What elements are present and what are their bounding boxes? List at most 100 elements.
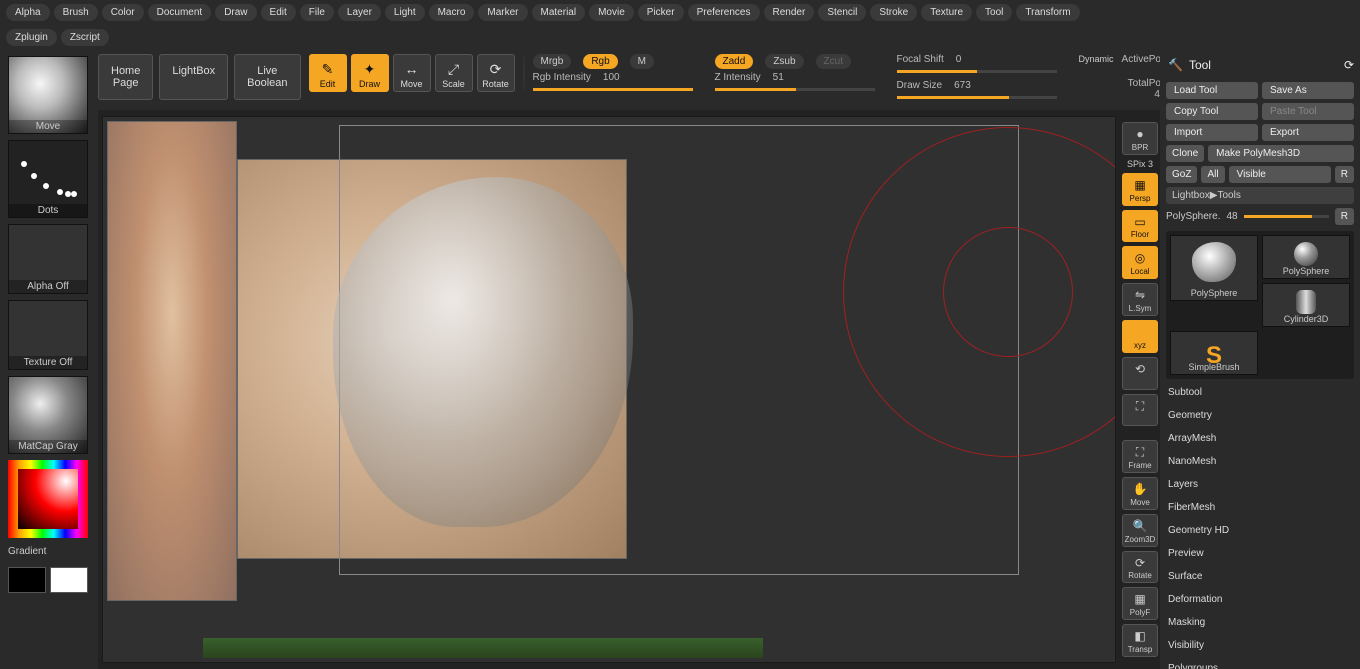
zcut-toggle[interactable]: Zcut [816,54,851,69]
section-subtool[interactable]: Subtool [1166,383,1354,402]
lsym-button[interactable]: ⇋L.Sym [1122,283,1158,316]
alpha-thumbnail[interactable]: Alpha Off [8,224,88,294]
import-button[interactable]: Import [1166,124,1258,141]
draw-size-slider[interactable] [897,96,1057,99]
mrgb-toggle[interactable]: Mrgb [533,54,572,69]
menu-item-stencil[interactable]: Stencil [818,4,866,21]
z-intensity-slider[interactable] [715,88,875,91]
menu-item-layer[interactable]: Layer [338,4,381,21]
section-polygroups[interactable]: Polygroups [1166,659,1354,669]
quicksave-slider[interactable] [1244,215,1329,218]
viewport-canvas[interactable] [102,116,1116,663]
menu-item-picker[interactable]: Picker [638,4,684,21]
gradient-label[interactable]: Gradient [8,546,90,557]
move-mode-button[interactable]: ↔Move [393,54,431,92]
menu-item-document[interactable]: Document [148,4,212,21]
quicksave-r-button[interactable]: R [1335,208,1354,225]
home-page-button[interactable]: Home Page [98,54,153,100]
lightbox-tools-crumb[interactable]: Lightbox▶Tools [1166,187,1354,204]
draw-mode-button[interactable]: ✦Draw [351,54,389,92]
bpr-button[interactable]: ●BPR [1122,122,1158,155]
frame-button[interactable]: ⛶Frame [1122,440,1158,473]
refresh-icon[interactable]: ⟳ [1344,58,1354,72]
tool-item-cylinder3d[interactable]: Cylinder3D [1262,283,1350,327]
live-boolean-button[interactable]: Live Boolean [234,54,300,100]
swatch-primary[interactable] [50,567,88,593]
edit-mode-button[interactable]: ✎Edit [309,54,347,92]
section-arraymesh[interactable]: ArrayMesh [1166,429,1354,448]
menu-item-zplugin[interactable]: Zplugin [6,29,57,46]
paste-tool-button[interactable]: Paste Tool [1262,103,1354,120]
menu-item-brush[interactable]: Brush [54,4,98,21]
color-picker[interactable] [8,460,88,538]
section-visibility[interactable]: Visibility [1166,636,1354,655]
rgb-intensity-slider[interactable] [533,88,693,91]
make-polymesh-button[interactable]: Make PolyMesh3D [1208,145,1354,162]
tool-item-polysphere-main[interactable]: PolySphere [1170,235,1258,301]
section-preview[interactable]: Preview [1166,544,1354,563]
menu-item-file[interactable]: File [300,4,334,21]
section-fibermesh[interactable]: FiberMesh [1166,498,1354,517]
save-as-button[interactable]: Save As [1262,82,1354,99]
section-deformation[interactable]: Deformation [1166,590,1354,609]
polyf-button[interactable]: ▦PolyF [1122,587,1158,620]
stroke-thumbnail[interactable]: Dots [8,140,88,218]
menu-item-zscript[interactable]: Zscript [61,29,109,46]
rotate-view-button[interactable]: ⟳Rotate [1122,551,1158,584]
move-view-button[interactable]: ✋Move [1122,477,1158,510]
copy-tool-button[interactable]: Copy Tool [1166,103,1258,120]
menu-item-preferences[interactable]: Preferences [688,4,760,21]
menu-item-alpha[interactable]: Alpha [6,4,50,21]
menu-item-tool[interactable]: Tool [976,4,1012,21]
m-toggle[interactable]: M [630,54,654,69]
lightbox-button[interactable]: LightBox [159,54,228,100]
swatch-secondary[interactable] [8,567,46,593]
persp-button[interactable]: ▦Persp [1122,173,1158,206]
axis-rotate-button[interactable]: ⟲ [1122,357,1158,390]
focal-shift-slider[interactable] [897,70,1057,73]
menu-item-marker[interactable]: Marker [478,4,527,21]
zadd-toggle[interactable]: Zadd [715,54,754,69]
menu-item-render[interactable]: Render [764,4,815,21]
material-thumbnail[interactable]: MatCap Gray [8,376,88,454]
tool-item-simplebrush[interactable]: SSimpleBrush [1170,331,1258,375]
load-tool-button[interactable]: Load Tool [1166,82,1258,99]
scale-mode-button[interactable]: ⤢Scale [435,54,473,92]
transp-button[interactable]: ◧Transp [1122,624,1158,657]
menu-item-draw[interactable]: Draw [215,4,256,21]
goz-r-button[interactable]: R [1335,166,1354,183]
section-geometryhd[interactable]: Geometry HD [1166,521,1354,540]
menu-item-edit[interactable]: Edit [261,4,296,21]
section-layers[interactable]: Layers [1166,475,1354,494]
menu-item-movie[interactable]: Movie [589,4,634,21]
menu-item-texture[interactable]: Texture [921,4,972,21]
menu-item-material[interactable]: Material [532,4,586,21]
material-ball-icon[interactable] [523,54,525,92]
section-masking[interactable]: Masking [1166,613,1354,632]
local-button[interactable]: ◎Local [1122,246,1158,279]
section-surface[interactable]: Surface [1166,567,1354,586]
floor-button[interactable]: ▭Floor [1122,210,1158,243]
rgb-toggle[interactable]: Rgb [583,54,617,69]
zoom3d-button[interactable]: 🔍Zoom3D [1122,514,1158,547]
dynamic-toggle[interactable]: Dynamic [1079,54,1114,64]
menu-item-macro[interactable]: Macro [429,4,475,21]
zsub-toggle[interactable]: Zsub [765,54,803,69]
section-nanomesh[interactable]: NanoMesh [1166,452,1354,471]
brush-thumbnail[interactable]: Move [8,56,88,134]
clone-button[interactable]: Clone [1166,145,1204,162]
export-button[interactable]: Export [1262,124,1354,141]
goz-all-button[interactable]: All [1201,166,1224,183]
section-geometry[interactable]: Geometry [1166,406,1354,425]
menu-item-light[interactable]: Light [385,4,425,21]
menu-item-transform[interactable]: Transform [1016,4,1079,21]
menu-item-stroke[interactable]: Stroke [870,4,917,21]
tool-item-polysphere[interactable]: PolySphere [1262,235,1350,279]
fit-button[interactable]: ⛶ [1122,394,1158,427]
goz-visible-button[interactable]: Visible [1229,166,1331,183]
xyz-button[interactable]: xyz [1122,320,1158,353]
menu-item-color[interactable]: Color [102,4,144,21]
texture-thumbnail[interactable]: Texture Off [8,300,88,370]
rotate-mode-button[interactable]: ⟳Rotate [477,54,515,92]
goz-button[interactable]: GoZ [1166,166,1197,183]
